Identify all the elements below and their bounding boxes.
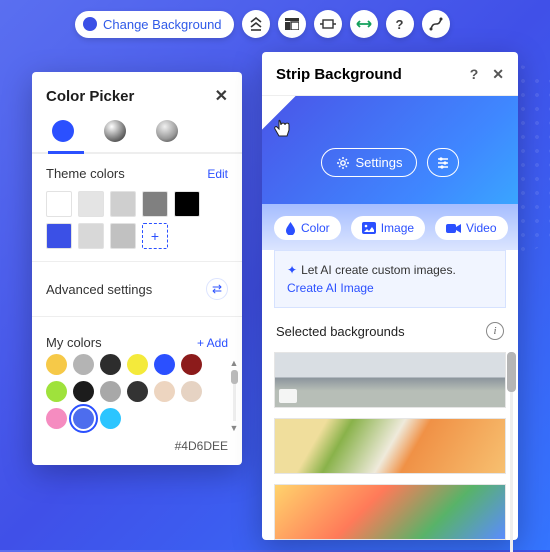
color-mode-tabs (32, 114, 242, 142)
my-colors-label: My colors (46, 335, 102, 350)
theme-swatch[interactable] (46, 191, 72, 217)
layout-icon[interactable] (278, 10, 306, 38)
add-color-link[interactable]: + Add (197, 336, 228, 350)
my-color-swatch[interactable] (100, 408, 121, 429)
tab-video[interactable]: Video (435, 216, 507, 240)
gear-icon (336, 156, 350, 170)
my-color-swatch[interactable] (46, 381, 67, 402)
tab-image[interactable]: Image (351, 216, 425, 240)
sliders-icon (436, 156, 450, 170)
path-icon[interactable] (422, 10, 450, 38)
panel-close-icon[interactable]: ✕ (492, 66, 504, 83)
color-dot-icon (83, 17, 97, 31)
edit-theme-colors-link[interactable]: Edit (207, 167, 228, 181)
solid-color-tab[interactable] (52, 120, 74, 142)
my-color-swatch[interactable] (100, 354, 121, 375)
advanced-settings-label: Advanced settings (46, 282, 152, 297)
background-thumb[interactable] (274, 418, 506, 474)
background-thumb[interactable] (274, 352, 506, 408)
my-color-swatch[interactable] (73, 408, 94, 429)
my-color-swatch[interactable] (181, 381, 202, 402)
create-ai-image-link[interactable]: Create AI Image (287, 281, 374, 295)
top-toolbar: Change Background ? (75, 10, 450, 38)
adjust-button[interactable] (427, 148, 459, 177)
color-picker-panel: Color Picker ✕ Theme colors Edit + Advan… (32, 72, 242, 465)
change-background-button[interactable]: Change Background (75, 11, 234, 38)
tab-color[interactable]: Color (274, 216, 341, 240)
tab-underline (32, 152, 242, 154)
change-background-label: Change Background (103, 17, 222, 32)
hex-value: #4D6DEE (32, 437, 242, 465)
background-type-tabs: Color Image Video (262, 204, 518, 250)
sparkle-icon: ✦ (287, 263, 297, 277)
theme-swatch[interactable] (78, 223, 104, 249)
panel-help-icon[interactable]: ? (470, 66, 479, 83)
ai-text: Let AI create custom images. (301, 263, 456, 277)
corner-fold-icon[interactable] (262, 96, 296, 130)
my-color-swatch[interactable] (154, 381, 175, 402)
scroll-top-icon[interactable] (242, 10, 270, 38)
drop-icon (285, 222, 296, 235)
gradient-tab[interactable] (104, 120, 126, 142)
theme-swatch[interactable] (174, 191, 200, 217)
my-color-swatch[interactable] (46, 408, 67, 429)
my-colors-swatches: ▲▼ (32, 354, 242, 437)
my-color-swatch[interactable] (100, 381, 121, 402)
background-thumbnails (262, 346, 518, 540)
strip-background-panel: Strip Background ? ✕ Settings Color Imag… (262, 52, 518, 540)
settings-button[interactable]: Settings (321, 148, 418, 177)
stretch-icon[interactable] (314, 10, 342, 38)
strip-title: Strip Background (276, 66, 402, 83)
my-color-swatch[interactable] (73, 354, 94, 375)
my-color-swatch[interactable] (73, 381, 94, 402)
my-color-swatch[interactable] (46, 354, 67, 375)
add-theme-swatch[interactable]: + (142, 223, 168, 249)
gradient-alt-tab[interactable] (156, 120, 178, 142)
my-colors-scrollbar[interactable]: ▲▼ (230, 354, 238, 437)
video-badge-icon (279, 389, 297, 403)
thumbnails-scrollbar[interactable] (507, 352, 516, 552)
advanced-settings-icon[interactable]: ⇄ (206, 278, 228, 300)
image-icon (362, 222, 376, 234)
theme-swatches: + (46, 191, 228, 249)
my-color-swatch[interactable] (127, 381, 148, 402)
info-icon[interactable]: i (486, 322, 504, 340)
theme-swatch[interactable] (142, 191, 168, 217)
help-icon[interactable]: ? (386, 10, 414, 38)
selected-backgrounds-label: Selected backgrounds (276, 324, 405, 339)
background-thumb[interactable] (274, 484, 506, 540)
my-color-swatch[interactable] (127, 354, 148, 375)
my-color-swatch[interactable] (154, 354, 175, 375)
video-icon (446, 223, 461, 234)
ai-suggestion-box: ✦ Let AI create custom images. Create AI … (274, 250, 506, 308)
theme-swatch[interactable] (46, 223, 72, 249)
color-picker-title: Color Picker (46, 88, 134, 105)
my-color-swatch[interactable] (181, 354, 202, 375)
width-icon[interactable] (350, 10, 378, 38)
theme-swatch[interactable] (110, 223, 136, 249)
theme-swatch[interactable] (78, 191, 104, 217)
theme-swatch[interactable] (110, 191, 136, 217)
strip-preview: Settings (262, 96, 518, 204)
theme-colors-label: Theme colors (46, 166, 125, 181)
close-icon[interactable]: ✕ (215, 86, 228, 106)
settings-label: Settings (356, 155, 403, 170)
